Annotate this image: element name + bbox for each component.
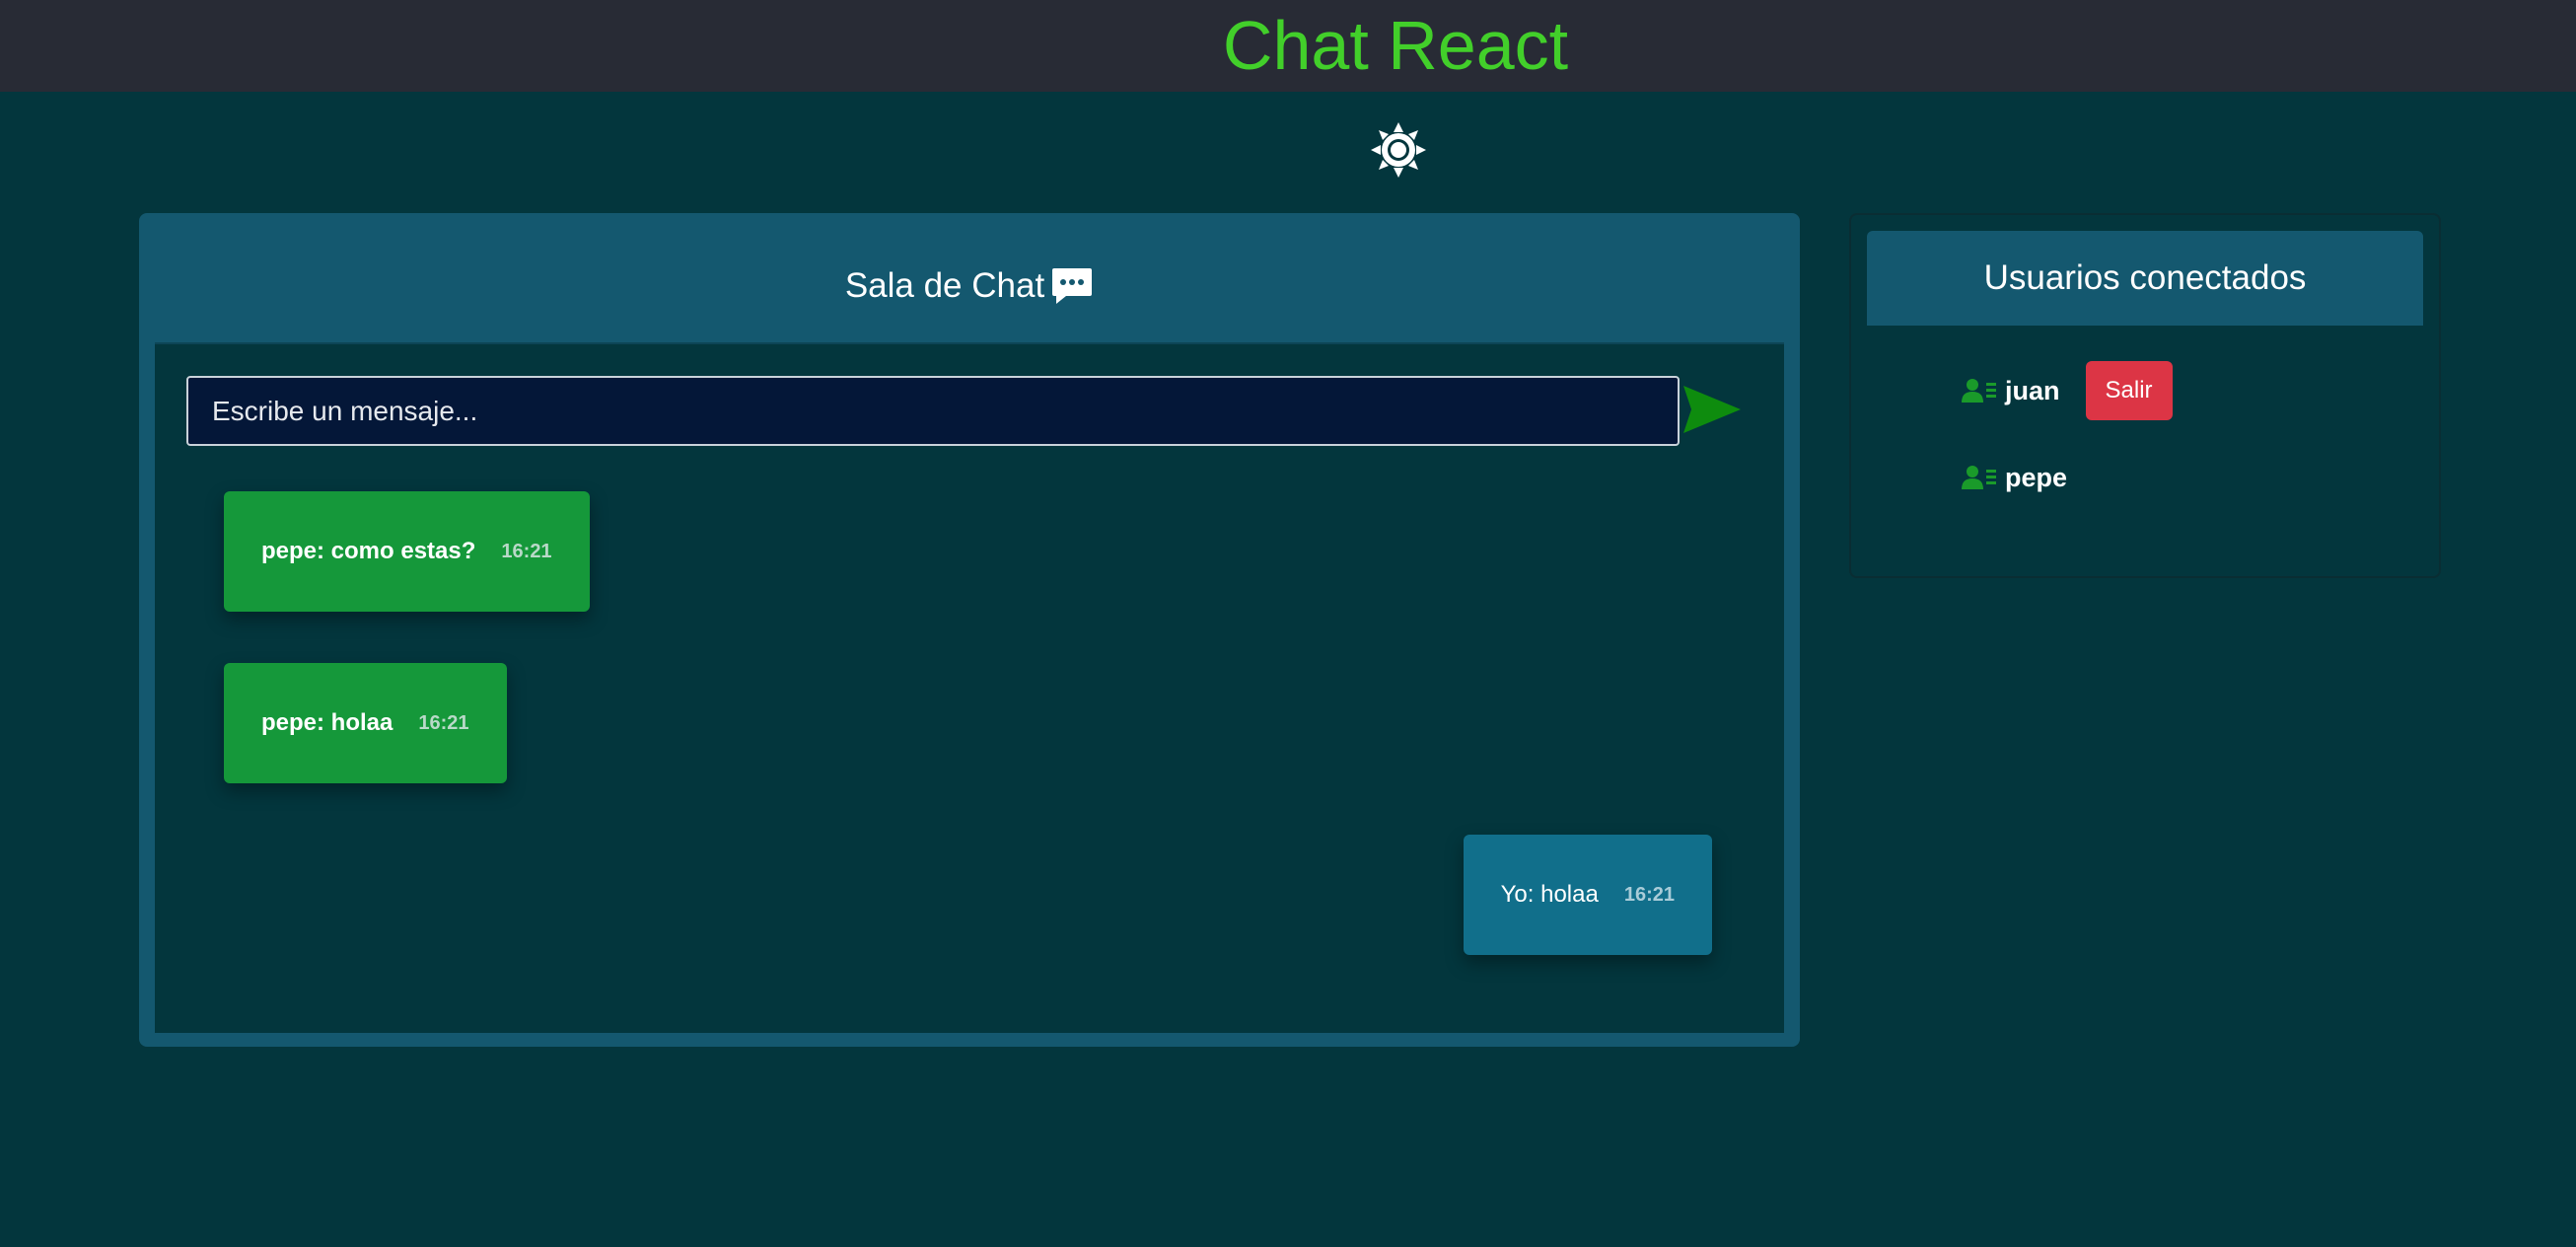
app-title: Chat React: [1222, 7, 1569, 84]
top-bar: Chat React: [0, 0, 2576, 92]
users-panel: Usuarios conectados juan Salir pepe: [1849, 213, 2441, 578]
chat-dots-icon: [1052, 267, 1093, 304]
logout-button[interactable]: Salir: [2085, 361, 2173, 420]
send-icon[interactable]: [1682, 382, 1743, 437]
user-name: pepe: [2005, 462, 2068, 492]
message-time: 16:21: [501, 540, 552, 562]
chat-header: Sala de Chat: [155, 229, 1784, 344]
message-time: 16:21: [1623, 883, 1675, 906]
message-bubble: pepe: como estas? 16:21: [224, 491, 590, 612]
chat-body: pepe: como estas? 16:21 pepe: holaa 16:2…: [155, 344, 1784, 1033]
user-list-item: pepe: [1962, 448, 2067, 507]
message-input[interactable]: [186, 376, 1680, 446]
message-time: 16:21: [418, 711, 469, 734]
chat-title-wrap: Sala de Chat: [155, 229, 1784, 342]
user-list-icon: [1962, 379, 1996, 403]
user-list-icon: [1962, 466, 1996, 489]
message-bubble: pepe: holaa 16:21: [224, 663, 507, 783]
user-list-item: juan Salir: [1962, 361, 2173, 420]
user-name: juan: [2005, 375, 2060, 405]
chat-panel: Sala de Chat pepe: como estas? 16:21 pep…: [139, 213, 1800, 1047]
message-text: pepe: como estas?: [261, 538, 476, 564]
message-bubble-own: Yo: holaa 16:21: [1463, 835, 1712, 955]
users-title: Usuarios conectados: [1983, 258, 2307, 297]
message-text: Yo: holaa: [1500, 881, 1599, 908]
users-header: Usuarios conectados: [1867, 231, 2423, 326]
chat-title: Sala de Chat: [844, 265, 1045, 305]
sun-icon[interactable]: [1371, 122, 1426, 178]
message-text: pepe: holaa: [261, 709, 394, 736]
